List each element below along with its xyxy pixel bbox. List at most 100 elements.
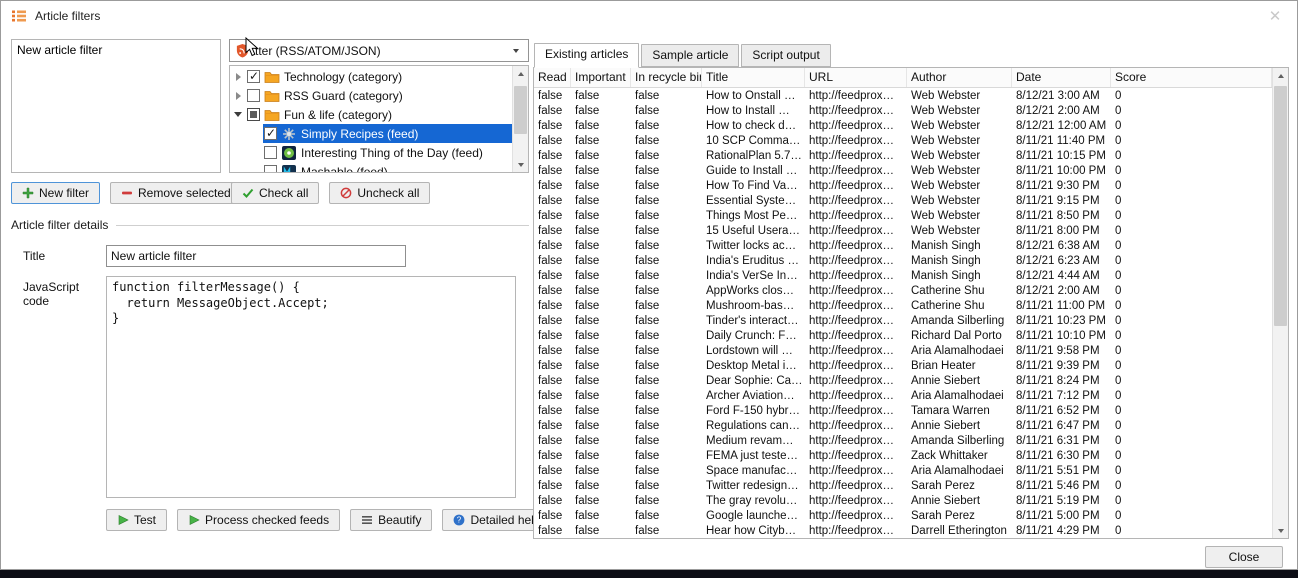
table-row[interactable]: falsefalsefalseTwitter redesign…http://f… (534, 478, 1272, 493)
table-row[interactable]: falsefalsefalseRationalPlan 5.7…http://f… (534, 148, 1272, 163)
tree-checkbox[interactable] (247, 70, 260, 83)
window-close-button[interactable]: ✕ (1263, 7, 1287, 25)
table-row[interactable]: falsefalsefalseGoogle launche…http://fee… (534, 508, 1272, 523)
tree-checkbox[interactable] (247, 108, 260, 121)
tree-item[interactable]: Simply Recipes (feed) (230, 124, 512, 143)
filter-list: New article filter (11, 39, 221, 173)
table-row[interactable]: falsefalsefalseHear how Cityb…http://fee… (534, 523, 1272, 538)
tree-item-body[interactable]: RSS Guard (category) (246, 86, 512, 105)
uncheck-all-button[interactable]: Uncheck all (329, 182, 430, 204)
table-row[interactable]: falsefalsefalseMushroom-bas…http://feedp… (534, 298, 1272, 313)
table-row[interactable]: falsefalsefalseTinder's interact…http://… (534, 313, 1272, 328)
tree-item-body[interactable]: Mashable (feed) (263, 162, 512, 173)
table-row[interactable]: falsefalsefalseDesktop Metal i…http://fe… (534, 358, 1272, 373)
table-cell: http://feedprox… (805, 405, 907, 417)
table-row[interactable]: falsefalsefalseThe gray revolu…http://fe… (534, 493, 1272, 508)
table-row[interactable]: falsefalsefalseThings Most Pe…http://fee… (534, 208, 1272, 223)
tree-expander[interactable] (230, 92, 246, 100)
table-cell: 0 (1111, 435, 1272, 447)
tree-item[interactable]: Technology (category) (230, 67, 512, 86)
tree-item[interactable]: Fun & life (category) (230, 105, 512, 124)
table-cell: false (571, 165, 631, 177)
table-row[interactable]: falsefalsefalseHow to Install …http://fe… (534, 103, 1272, 118)
table-cell: 8/11/21 10:15 PM (1012, 150, 1111, 162)
table-row[interactable]: falsefalsefalse10 SCP Comma…http://feedp… (534, 133, 1272, 148)
table-row[interactable]: falsefalsefalseRegulations can…http://fe… (534, 418, 1272, 433)
new-filter-button[interactable]: New filter (11, 182, 100, 204)
test-button[interactable]: Test (106, 509, 167, 531)
table-row[interactable]: falsefalsefalse15 Useful Usera…http://fe… (534, 223, 1272, 238)
column-header-author[interactable]: Author (907, 68, 1012, 87)
remove-selected-button[interactable]: Remove selected (110, 182, 242, 204)
table-row[interactable]: falsefalsefalseArcher Aviation…http://fe… (534, 388, 1272, 403)
table-cell: http://feedprox… (805, 495, 907, 507)
table-row[interactable]: falsefalsefalseFord F-150 hybr…http://fe… (534, 403, 1272, 418)
tab-existing-articles[interactable]: Existing articles (534, 43, 639, 68)
tree-scrollbar-thumb[interactable] (514, 86, 527, 134)
table-cell: 0 (1111, 315, 1272, 327)
beautify-button[interactable]: Beautify (350, 509, 432, 531)
table-cell: Guide to Install … (702, 165, 805, 177)
table-row[interactable]: falsefalsefalseMedium revam…http://feedp… (534, 433, 1272, 448)
column-header-read[interactable]: Read (534, 68, 571, 87)
tree-item-body[interactable]: Fun & life (category) (246, 105, 512, 124)
column-header-url[interactable]: URL (805, 68, 907, 87)
tab-sample-article[interactable]: Sample article (641, 44, 739, 67)
tree-item[interactable]: Mashable (feed) (230, 162, 512, 173)
scroll-up-icon[interactable] (1273, 68, 1288, 83)
column-header-title[interactable]: Title (702, 68, 805, 87)
table-row[interactable]: falsefalsefalseDear Sophie: Ca…http://fe… (534, 373, 1272, 388)
table-row[interactable]: falsefalsefalseEssential Syste…http://fe… (534, 193, 1272, 208)
table-row[interactable]: falsefalsefalseIndia's VerSe In…http://f… (534, 268, 1272, 283)
column-header-important[interactable]: Important (571, 68, 631, 87)
tree-checkbox[interactable] (264, 165, 277, 173)
table-row[interactable]: falsefalsefalseAppWorks clos…http://feed… (534, 283, 1272, 298)
close-button[interactable]: Close (1205, 546, 1283, 568)
table-row[interactable]: falsefalsefalseGuide to Install …http://… (534, 163, 1272, 178)
scroll-down-icon[interactable] (1273, 523, 1288, 538)
tree-item-body[interactable]: Simply Recipes (feed) (263, 124, 512, 143)
chevron-down-icon[interactable] (509, 49, 523, 53)
column-header-in-recycle-bin[interactable]: In recycle bin (631, 68, 702, 87)
filter-list-item[interactable]: New article filter (14, 42, 218, 58)
tree-item[interactable]: Interesting Thing of the Day (feed) (230, 143, 512, 162)
tree-item[interactable]: RSS Guard (category) (230, 86, 512, 105)
check-all-label: Check all (259, 186, 308, 200)
tree-expander[interactable] (230, 112, 246, 117)
table-row[interactable]: falsefalsefalseHow to check d…http://fee… (534, 118, 1272, 133)
table-row[interactable]: falsefalsefalseIndia's Eruditus …http://… (534, 253, 1272, 268)
table-row[interactable]: falsefalsefalseDaily Crunch: F…http://fe… (534, 328, 1272, 343)
table-cell: Desktop Metal i… (702, 360, 805, 372)
table-row[interactable]: falsefalsefalseFEMA just teste…http://fe… (534, 448, 1272, 463)
tree-checkbox[interactable] (247, 89, 260, 102)
tab-script-output[interactable]: Script output (741, 44, 830, 67)
tree-item-label: Simply Recipes (feed) (301, 127, 418, 141)
check-all-button[interactable]: Check all (231, 182, 319, 204)
table-cell: http://feedprox… (805, 90, 907, 102)
tree-item-body[interactable]: Interesting Thing of the Day (feed) (263, 143, 512, 162)
column-header-score[interactable]: Score (1111, 68, 1272, 87)
table-scrollbar[interactable] (1272, 68, 1288, 538)
tree-expander[interactable] (230, 73, 246, 81)
table-row[interactable]: falsefalsefalseHow to Onstall …http://fe… (534, 88, 1272, 103)
scroll-up-icon[interactable] (513, 66, 528, 81)
table-cell: Catherine Shu (907, 285, 1012, 297)
table-row[interactable]: falsefalsefalseTwitter locks ac…http://f… (534, 238, 1272, 253)
javascript-code-editor[interactable]: function filterMessage() { return Messag… (106, 276, 516, 498)
tree-item-body[interactable]: Technology (category) (246, 67, 512, 86)
scroll-down-icon[interactable] (513, 157, 528, 172)
table-row[interactable]: falsefalsefalseLordstown will …http://fe… (534, 343, 1272, 358)
table-row[interactable]: falsefalsefalseSpace manufac…http://feed… (534, 463, 1272, 478)
tree-checkbox[interactable] (264, 146, 277, 159)
title-input[interactable] (106, 245, 406, 267)
table-row[interactable]: falsefalsefalseHow To Find Va…http://fee… (534, 178, 1272, 193)
column-header-date[interactable]: Date (1012, 68, 1111, 87)
table-cell: false (571, 255, 631, 267)
tree-checkbox[interactable] (264, 127, 277, 140)
table-header: ReadImportantIn recycle binTitleURLAutho… (534, 68, 1272, 88)
account-combobox[interactable]: tter (RSS/ATOM/JSON) (229, 39, 529, 62)
table-scrollbar-thumb[interactable] (1274, 86, 1287, 326)
table-cell: India's Eruditus … (702, 255, 805, 267)
tree-scrollbar[interactable] (512, 66, 528, 172)
process-checked-feeds-button[interactable]: Process checked feeds (177, 509, 340, 531)
